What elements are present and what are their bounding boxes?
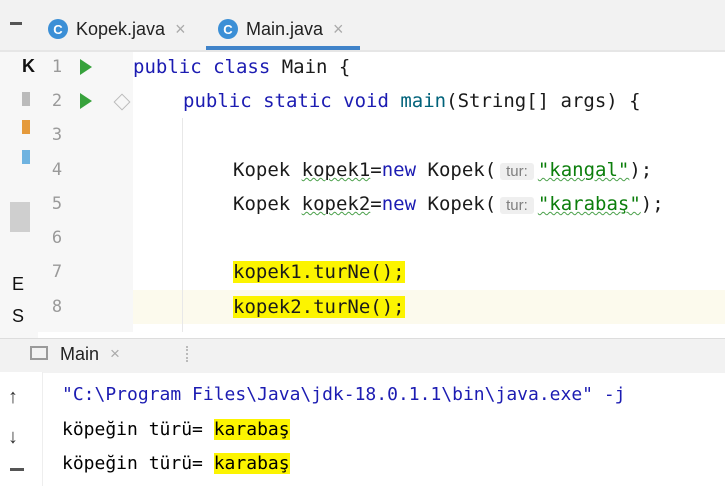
scroll-thumb[interactable] (10, 202, 30, 232)
line-number: 7 (51, 262, 63, 282)
line-number: 3 (51, 125, 63, 145)
project-tree-icon (22, 150, 30, 164)
up-arrow-icon[interactable]: ↑ (8, 386, 18, 409)
run-tab-title[interactable]: Main (60, 344, 99, 365)
current-line-highlight (133, 290, 725, 324)
console-icon (30, 346, 48, 360)
indent-guide (182, 118, 183, 332)
console-toolbar: ↑ ↓ (0, 372, 43, 486)
code-line-5[interactable]: Kopek kopek2=new Kopek(tur: "karabaş"); (233, 193, 664, 215)
console-command-line: "C:\Program Files\Java\jdk-18.0.1.1\bin\… (62, 384, 626, 405)
code-line-8[interactable]: kopek2.turNe(); (233, 296, 405, 318)
tab-kopek-java[interactable]: C Kopek.java × (48, 12, 186, 46)
code-line-7[interactable]: kopek1.turNe(); (233, 261, 405, 283)
parameter-hint: tur: (500, 197, 534, 214)
console-output-line: köpeğin türü= karabaş (62, 419, 290, 440)
project-item-fragment[interactable]: S (12, 306, 24, 327)
project-tree-icon (22, 120, 30, 134)
tab-main-java[interactable]: C Main.java × (218, 12, 344, 46)
panel-divider (186, 346, 190, 362)
run-icon[interactable] (80, 59, 92, 75)
code-line-1[interactable]: public class Main { (133, 56, 350, 78)
java-class-icon: C (48, 19, 68, 39)
parameter-hint: tur: (500, 163, 534, 180)
line-number: 8 (51, 297, 63, 317)
active-tab-indicator (206, 46, 360, 50)
line-number: 6 (51, 228, 63, 248)
line-number: 1 (51, 57, 63, 77)
close-tab-icon[interactable]: × (175, 19, 186, 40)
java-class-icon: C (218, 19, 238, 39)
project-tree-icon (22, 92, 30, 106)
close-run-tab-icon[interactable]: × (110, 344, 120, 364)
tab-label: Kopek.java (76, 18, 166, 39)
tab-label: Main.java (246, 18, 324, 39)
console-output-line: köpeğin türü= karabaş (62, 453, 290, 474)
code-line-4[interactable]: Kopek kopek1=new Kopek(tur: "kangal"); (233, 159, 652, 181)
code-line-2[interactable]: public static void main(String[] args) { (183, 90, 641, 112)
project-item-fragment[interactable]: E (12, 274, 24, 295)
down-arrow-icon[interactable]: ↓ (8, 426, 18, 449)
line-number: 2 (51, 91, 63, 111)
line-number: 4 (51, 160, 63, 180)
minimize-icon[interactable] (10, 22, 22, 25)
project-item-fragment[interactable]: K (22, 56, 35, 77)
run-icon[interactable] (80, 93, 92, 109)
close-tab-icon[interactable]: × (333, 19, 344, 40)
run-tool-window-header (0, 338, 725, 373)
project-panel-edge: K E S (0, 52, 38, 344)
wrap-icon[interactable] (10, 468, 24, 471)
line-number: 5 (51, 194, 63, 214)
